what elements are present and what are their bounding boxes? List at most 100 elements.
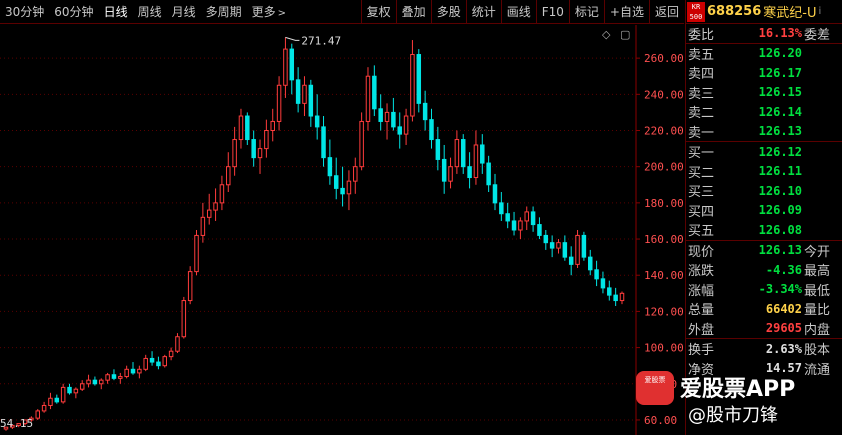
quote-label: 卖一 (688, 125, 715, 141)
quote-row[interactable]: 买四 126.09 (686, 201, 842, 221)
quote-value: -4.36 (765, 262, 802, 277)
candle (429, 108, 434, 149)
candle (422, 90, 428, 131)
tool-button[interactable]: 统计 (465, 0, 501, 24)
candle-body (238, 115, 244, 141)
candle (245, 112, 250, 145)
period-tab[interactable]: 多周期 (201, 3, 247, 20)
candle (505, 202, 510, 229)
y-tick-label: 260.00 (644, 52, 684, 65)
candle-body (118, 376, 123, 379)
quote-row[interactable]: 买一 126.12 (686, 142, 842, 162)
quote-row[interactable]: 涨幅 -3.34% 最低 (686, 280, 842, 300)
quote-value: 126.14 (758, 104, 802, 119)
quote-row[interactable]: 换手 2.63% 股本 (686, 339, 842, 359)
candle-body (124, 368, 129, 378)
period-tab[interactable]: 更多 > (247, 3, 291, 20)
quote-row[interactable]: 卖五 126.20 (686, 44, 842, 64)
candle-body (245, 115, 250, 141)
candle (206, 193, 212, 225)
quote-value: 126.13 (758, 243, 802, 258)
quote-value: 126.17 (758, 65, 802, 80)
tool-button[interactable]: 叠加 (395, 0, 431, 24)
chart-toolbar: 30分钟 60分钟 日线 周线 月线 多周期 更多 > 复权 叠加 多股 统计 画线 F10 标记 +自选返… (0, 0, 684, 24)
tool-button[interactable]: 标记 (568, 0, 604, 24)
candle-body (391, 111, 396, 128)
quote-row[interactable]: 买五 126.08 (686, 220, 842, 240)
candle-body (486, 162, 491, 186)
market-badge: KR 500 (687, 1, 705, 22)
candle-body (168, 350, 174, 358)
quote-row[interactable]: 现价 126.13 今开 (686, 241, 842, 261)
candle (213, 188, 218, 221)
candle (562, 235, 568, 261)
quote-value: 126.08 (758, 222, 802, 237)
candle-body (276, 84, 282, 122)
candle (473, 130, 479, 185)
quote-row[interactable]: 卖四 126.17 (686, 63, 842, 83)
period-tab[interactable]: 月线 (167, 3, 201, 20)
candle (168, 347, 174, 361)
tool-button[interactable]: 画线 (500, 0, 536, 24)
candle (130, 362, 136, 375)
tool-button[interactable]: F10 (535, 0, 569, 24)
info-icon[interactable]: i (819, 6, 822, 17)
quote-row[interactable]: 买二 126.11 (686, 162, 842, 182)
quote-row[interactable]: 总量 66402 量比 (686, 299, 842, 319)
diamond-icon: ◇ (602, 28, 611, 41)
stats-list-2: 换手 2.63% 股本 净资 14.57 流通 (686, 339, 842, 378)
candle-body (54, 397, 60, 403)
candle (403, 108, 409, 145)
period-tab[interactable]: 30分钟 (0, 3, 49, 20)
candle (410, 40, 415, 122)
candle-body (86, 379, 91, 385)
quote-label: 净资 (688, 362, 715, 378)
candle (613, 287, 618, 306)
tool-button[interactable]: +自选 (603, 0, 649, 24)
candle (92, 376, 98, 386)
quote-value: 126.10 (758, 183, 802, 198)
candle-body (416, 54, 422, 104)
candle (607, 280, 612, 301)
candle (283, 37, 288, 98)
candle (60, 383, 66, 404)
candle-body (302, 84, 307, 104)
period-tab[interactable]: 周线 (133, 3, 167, 20)
candle-body (365, 75, 371, 122)
candle (594, 260, 599, 287)
quote-row[interactable]: 卖二 126.14 (686, 102, 842, 122)
candle (308, 79, 314, 127)
quote-value: 126.20 (758, 46, 802, 61)
quote-row[interactable]: 外盘 29605 内盘 (686, 319, 842, 339)
quote-label: 买二 (688, 165, 715, 181)
candle-body (264, 130, 269, 150)
candle (289, 43, 295, 95)
quote-value: 2.63% (765, 341, 802, 356)
tool-button[interactable]: 多股 (430, 0, 466, 24)
tool-button[interactable]: 返回 (648, 0, 684, 24)
candle (86, 374, 91, 388)
quote-label: 总量 (688, 303, 715, 319)
tool-button[interactable]: 复权 (360, 0, 396, 24)
chevron-right-icon: > (277, 8, 287, 19)
quote-value: 126.09 (758, 203, 802, 218)
candle (467, 152, 472, 189)
quote-row[interactable]: 卖三 126.15 (686, 83, 842, 103)
candlestick-chart[interactable]: 260.00 240.00 220.00 200.00 180.00 160.00 140.… (0, 25, 684, 435)
quote-row[interactable]: 涨跌 -4.36 最高 (686, 260, 842, 280)
candle-body (105, 374, 110, 381)
candle (162, 354, 168, 368)
candle-body (422, 102, 428, 121)
quote-row[interactable]: 卖一 126.13 (686, 122, 842, 142)
max-annotation-leader (285, 36, 300, 41)
candle-body (524, 211, 529, 222)
quote-row[interactable]: 买三 126.10 (686, 181, 842, 201)
candle (327, 139, 333, 185)
candle-body (518, 220, 523, 231)
period-tab[interactable]: 60分钟 (49, 3, 98, 20)
market-badge-text: KR 500 (689, 2, 703, 21)
candle (588, 249, 593, 276)
period-tab[interactable]: 日线 (99, 3, 133, 20)
quote-row[interactable]: 净资 14.57 流通 (686, 359, 842, 379)
y-tick-label: 180.00 (644, 197, 684, 210)
